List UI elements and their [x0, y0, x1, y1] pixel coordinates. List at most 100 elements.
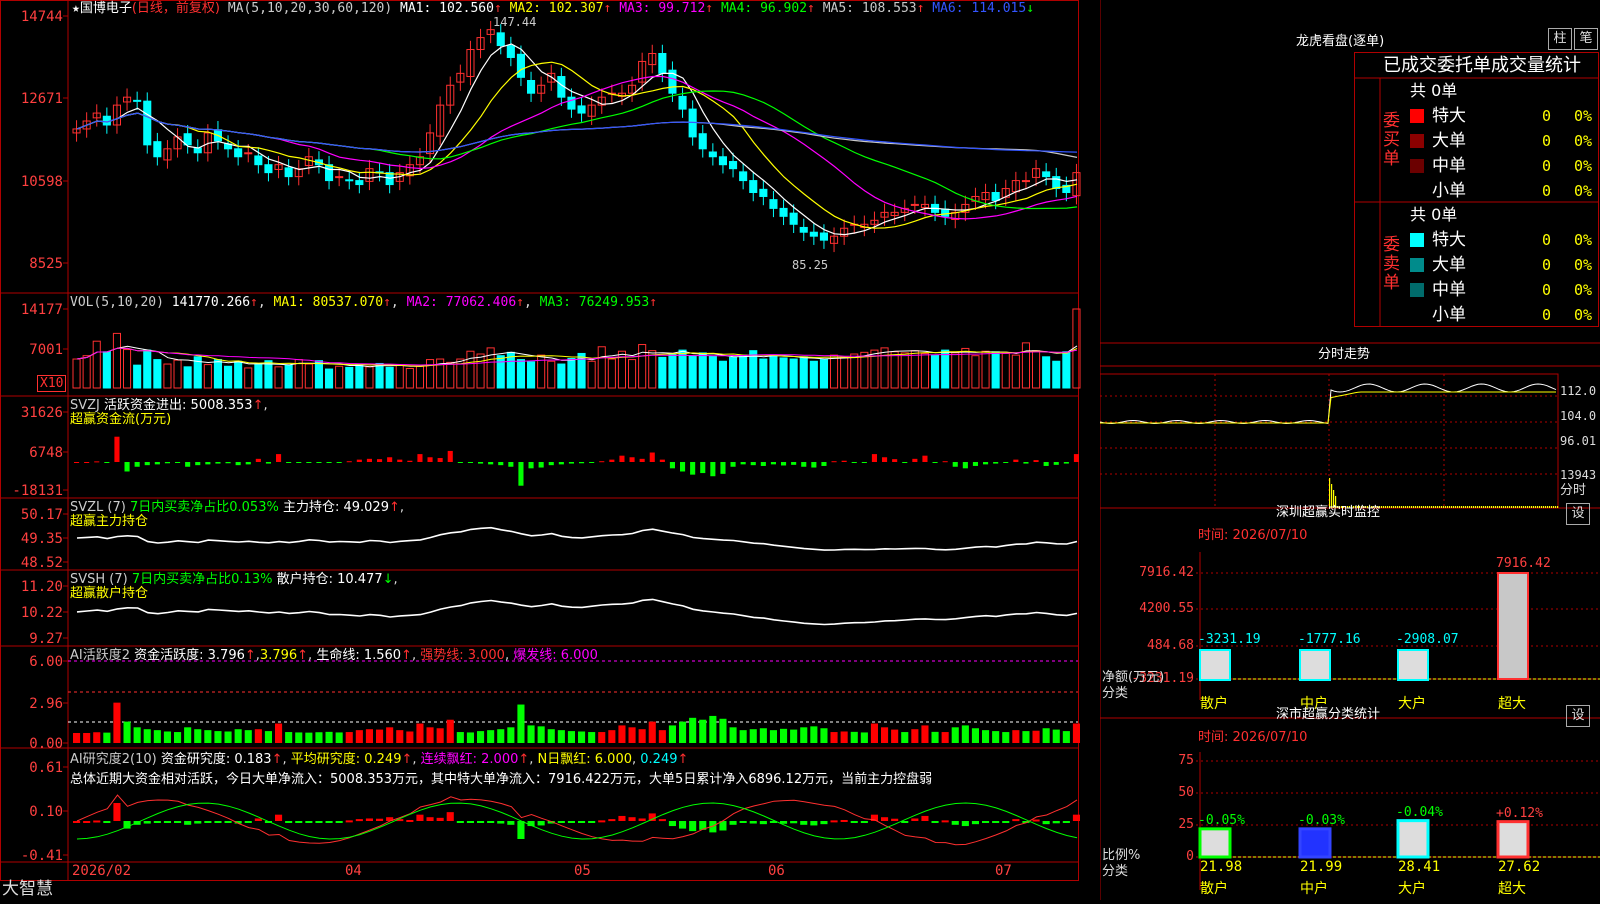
intraday-vol-bar	[1405, 506, 1407, 508]
volume-bar	[335, 365, 344, 389]
ai-research-bar	[153, 821, 161, 823]
svzj-bar	[498, 462, 504, 466]
ai-active-bar	[305, 732, 313, 743]
ai2-ytick-0: 0.61	[29, 760, 63, 776]
candle-body	[819, 232, 829, 241]
svzj-bar	[175, 462, 181, 463]
intraday-vol-bar	[1449, 506, 1451, 508]
ai-strong-line: 强势线: 3.000	[420, 648, 505, 663]
svzl-title: SVZL (7)	[70, 500, 126, 515]
ai-active-bar	[679, 721, 687, 743]
ai-research-avg: 平均研究度: 0.249	[290, 752, 402, 767]
ai1-ytick-1: 2.96	[29, 696, 63, 712]
intraday-ytick-1: 104.0	[1560, 409, 1597, 423]
ai-research-bar	[305, 821, 313, 823]
ai-research-bar	[749, 821, 757, 824]
sz-class-ylabel: 比例%	[1102, 848, 1141, 863]
candle-body	[749, 180, 758, 194]
ai-active-bar	[345, 732, 353, 743]
ai-active-bar	[689, 717, 697, 743]
tick-mode-button[interactable]: 笔	[1574, 28, 1598, 50]
sz-monitor-title: 深圳超赢实时监控	[1276, 505, 1381, 520]
price-ytick-3: 8525	[29, 256, 63, 272]
sz-monitor-settings-button[interactable]: 设	[1566, 503, 1590, 525]
ai-research-bar	[689, 821, 697, 832]
intraday-vol-bar	[1415, 506, 1417, 508]
svzj-header: SVZJ 活跃资金进出: 5008.353↑,	[70, 398, 268, 413]
bar-mode-button[interactable]: 柱	[1548, 28, 1572, 50]
volume-bar	[112, 332, 122, 389]
svzj-bar	[74, 462, 80, 463]
sz-class-cat-3: 超大	[1498, 881, 1526, 897]
ai-research-bar	[921, 815, 929, 821]
sell-row-swatch-1	[1410, 258, 1424, 272]
volume-bar	[516, 359, 526, 389]
sz-class-ytick-2: 25	[1178, 817, 1194, 832]
chart-mode[interactable]: (日线，前复权)	[132, 1, 220, 16]
intraday-vol-bar	[1525, 506, 1527, 508]
svzj-bar	[478, 462, 484, 464]
candle-body	[941, 208, 950, 217]
ai-active-bar	[507, 727, 515, 743]
stock-name[interactable]: 国博电子	[80, 1, 132, 16]
ai-research-header: AI研究度2(10) 资金研究度: 0.183↑, 平均研究度: 0.249↑,…	[70, 752, 689, 767]
ma4-value: MA4: 96.902	[720, 1, 808, 16]
buy-row-pct-2: 0%	[1574, 157, 1593, 175]
candle-body	[910, 203, 919, 206]
volume-bar	[920, 352, 930, 389]
svzj-bar	[932, 462, 938, 463]
ai-research-summary: 总体近期大资金相对活跃，今日大单净流入：5008.353万元，其中特大单净流入：…	[70, 772, 933, 787]
svsh-ytick-2: 9.27	[29, 631, 63, 647]
volume-bar	[587, 360, 596, 389]
sz-class-settings-button[interactable]: 设	[1566, 705, 1590, 727]
intraday-vol-bar	[1507, 506, 1509, 508]
intraday-vol-bar	[1329, 478, 1331, 508]
ai-active-bar	[365, 729, 373, 743]
intraday-vol-bar	[1451, 506, 1453, 508]
svzj-bar	[195, 462, 201, 466]
ai-active-bar	[1052, 729, 1060, 743]
intraday-vol-bar	[1541, 506, 1543, 508]
candle-body	[991, 192, 1000, 201]
sz-class-cat-1: 中户	[1300, 881, 1328, 897]
intraday-vol-bar	[1531, 506, 1533, 508]
svzj-bar	[568, 462, 574, 464]
svzj-bar	[528, 462, 534, 469]
intraday-vol-bar	[1469, 506, 1471, 508]
ai-research-bar	[143, 821, 151, 824]
sell-row-pct-1: 0%	[1574, 256, 1593, 274]
svzj-bar	[185, 462, 191, 467]
ai-active-bar	[860, 732, 868, 743]
ai-research-bar	[941, 820, 949, 823]
candle-body	[325, 164, 334, 182]
svzj-bar	[841, 460, 847, 462]
ai-active-bar	[1012, 730, 1020, 743]
ai-research-bar	[638, 818, 646, 821]
candle-body	[799, 226, 808, 233]
volume-bar	[446, 361, 455, 389]
ai-active-bar	[143, 729, 151, 743]
sell-row-swatch-2	[1410, 283, 1424, 297]
intraday-vol-bar	[1463, 506, 1465, 508]
volume-bar	[779, 357, 788, 389]
svzj-bar	[781, 462, 787, 466]
volume-bar	[405, 367, 414, 389]
ai-burst-line: 爆发线: 6.000	[513, 648, 598, 663]
ai-active-bar	[477, 731, 485, 743]
x-tick-1: 04	[345, 863, 362, 879]
ai-research-bar	[800, 821, 808, 825]
intraday-vol-bar	[1539, 506, 1541, 508]
ai-active-value: 资金活跃度: 3.796	[134, 648, 245, 663]
ai-active-header: AI活跃度2 资金活跃度: 3.796↑,3.796↑, 生命线: 1.560↑…	[70, 648, 598, 663]
ai-active-bar	[658, 730, 666, 743]
ai-active-bar	[163, 731, 171, 743]
ma2-arrow: ↑	[603, 1, 620, 16]
volume-bar	[628, 359, 637, 389]
sz-monitor-value-3: 7916.42	[1496, 556, 1551, 571]
volume-bar	[345, 366, 354, 389]
volume-bar	[971, 355, 980, 389]
ai-research-bar	[982, 821, 990, 823]
volume-bar	[234, 360, 243, 389]
intraday-ytick-2: 96.01	[1560, 434, 1597, 448]
ai-active-bar	[598, 732, 606, 743]
